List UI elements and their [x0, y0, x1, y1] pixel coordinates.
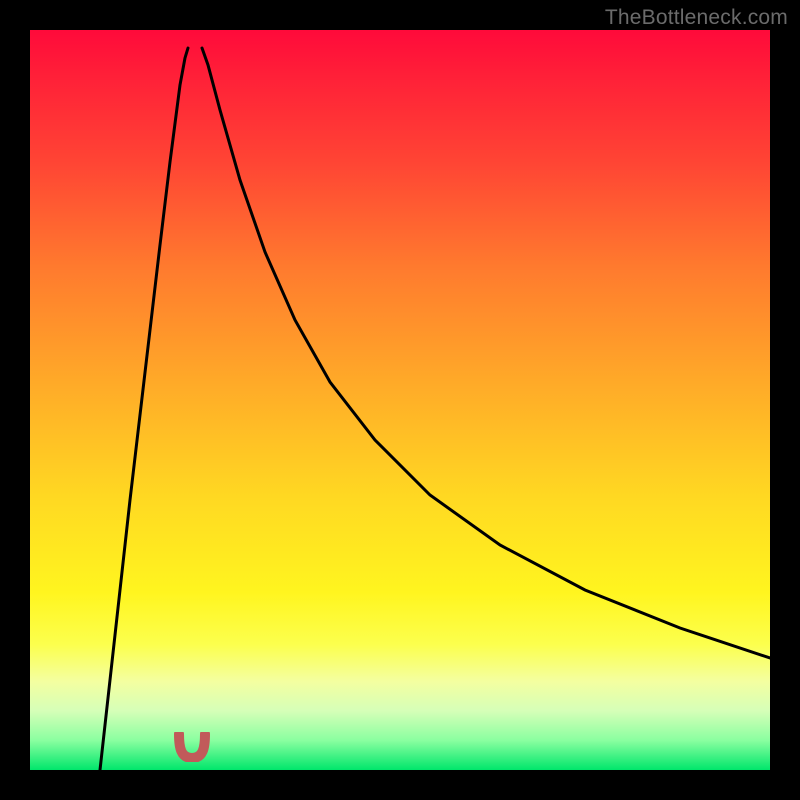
bottleneck-curve — [30, 30, 770, 770]
u-dip-marker — [174, 732, 210, 762]
chart-plot-area — [30, 30, 770, 770]
watermark-text: TheBottleneck.com — [605, 6, 788, 30]
curve-right-branch — [202, 48, 770, 658]
u-dip-path — [179, 734, 205, 758]
curve-left-branch — [100, 48, 188, 770]
